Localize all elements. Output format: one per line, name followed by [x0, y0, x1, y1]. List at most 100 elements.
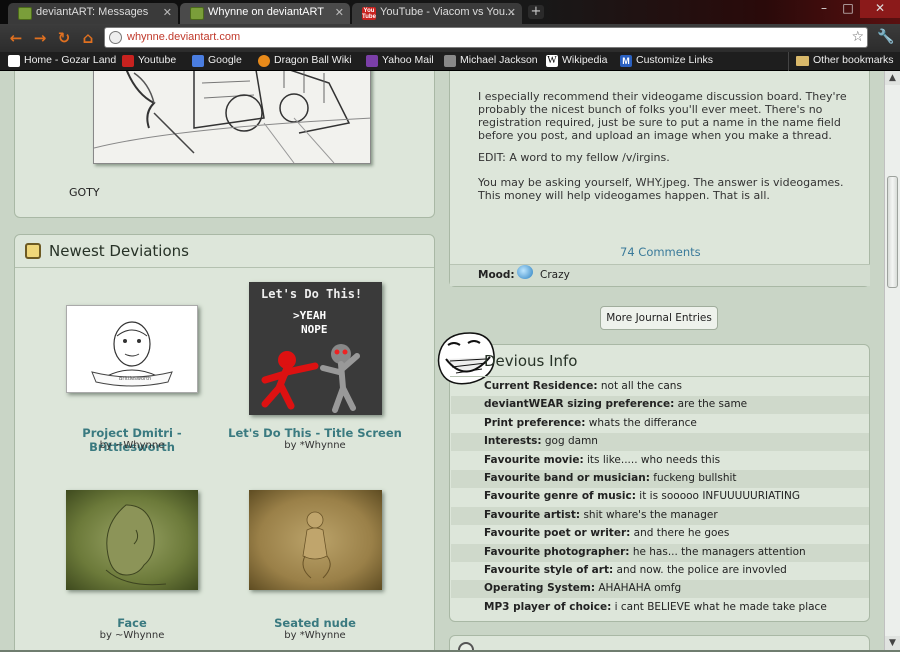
thumb-face[interactable] [66, 490, 198, 590]
bookmark-youtube[interactable]: Youtube [122, 54, 177, 67]
scroll-thumb[interactable] [887, 176, 898, 288]
info-row: Favourite poet or writer: and there he g… [451, 525, 869, 543]
mood-row: Mood: Crazy [450, 264, 870, 286]
info-value: and now. the police are invovled [616, 564, 787, 576]
tab-label: Whynne on deviantART [208, 6, 324, 18]
info-label: Favourite band or musician: [484, 472, 650, 484]
divider [450, 376, 869, 377]
tab-messages[interactable]: deviantART: Messages ✕ [8, 3, 178, 24]
window-close-button[interactable]: ✕ [860, 0, 900, 18]
browser-toolbar: ← → ↻ ⌂ whynne.deviantart.com ☆ 🔧 [0, 24, 900, 52]
bookmark-customize-links[interactable]: M Customize Links [620, 54, 713, 67]
journal-paragraph: I especially recommend their videogame d… [478, 90, 847, 142]
deviation-author[interactable]: by *Whynne [225, 440, 405, 451]
minimize-button[interactable]: – [812, 0, 836, 18]
bookmark-label: Home - Gozar Land [24, 54, 117, 66]
star-icon[interactable]: ☆ [851, 29, 864, 45]
info-value: whats the differance [588, 416, 697, 429]
info-label: Operating System: [484, 582, 596, 595]
bookmark-yahoo-mail[interactable]: Yahoo Mail [366, 54, 434, 67]
thumb-seated-nude[interactable] [249, 490, 382, 590]
deviation-author[interactable]: by *Whynne [225, 630, 405, 641]
msn-icon: M [620, 55, 632, 67]
forward-icon[interactable]: → [30, 28, 50, 48]
face-drawing [105, 504, 167, 586]
page-content: GOTY Newest Deviations Brittlesworth Pro… [0, 71, 884, 650]
info-row: Favourite photographer: he has... the ma… [451, 543, 869, 562]
bookmark-label: Youtube [138, 54, 177, 66]
featured-image[interactable] [93, 71, 371, 164]
deviation-author[interactable]: by ~Whynne [42, 440, 222, 451]
info-row: Operating System: AHAHAHA omfg [451, 580, 869, 599]
info-row: Print preference: whats the differance [451, 415, 869, 433]
bookmark-wikipedia[interactable]: W Wikipedia [546, 54, 608, 67]
reload-icon[interactable]: ↻ [54, 28, 74, 48]
home-icon[interactable]: ⌂ [78, 28, 98, 48]
deviation-title[interactable]: Seated nude [225, 616, 405, 630]
close-icon[interactable]: ✕ [163, 6, 172, 19]
deviation-title[interactable]: Let's Do This - Title Screen [225, 426, 405, 440]
more-journal-entries-button[interactable]: More Journal Entries [600, 306, 718, 330]
bookmark-dragon-ball-wiki[interactable]: Dragon Ball Wiki [258, 54, 352, 67]
comments-icon [458, 642, 474, 650]
photo-icon [444, 55, 456, 67]
back-icon[interactable]: ← [6, 28, 26, 48]
bookmark-google[interactable]: Google [192, 54, 242, 67]
bookmarks-bar: Home - Gozar Land Youtube Google Dragon … [0, 52, 900, 71]
thumb-lets-do-this[interactable]: Let's Do This! >YEAH NOPE [249, 282, 382, 415]
mood-emoticon-icon [517, 265, 533, 279]
youtube-icon: You Tube [362, 7, 376, 20]
maximize-button[interactable]: □ [836, 0, 860, 18]
info-row: Favourite genre of music: it is sooooo I… [451, 488, 869, 506]
info-row: Favourite band or musician: fuckeng bull… [451, 470, 869, 488]
info-label: Favourite genre of music: [484, 490, 636, 503]
deviation-title[interactable]: Face [42, 616, 222, 630]
other-bookmarks[interactable]: Other bookmarks [788, 52, 894, 71]
thumb-project-dmitri[interactable]: Brittlesworth [66, 305, 198, 393]
info-row: Favourite artist: shit whare's the manag… [451, 506, 869, 525]
info-label: Favourite artist: [484, 508, 581, 521]
bookmark-label: Yahoo Mail [382, 54, 434, 66]
info-row: deviantWEAR sizing preference: are the s… [451, 396, 869, 415]
close-icon[interactable]: ✕ [507, 6, 516, 19]
journal-paragraph: EDIT: A word to my fellow /v/irgins. [478, 151, 670, 164]
address-bar[interactable]: whynne.deviantart.com ☆ [104, 27, 868, 48]
info-value: its like..... who needs this [587, 453, 721, 466]
tab-label: deviantART: Messages [36, 6, 149, 18]
figure-drawing [302, 511, 331, 579]
deviantart-icon [190, 7, 204, 20]
section-title: Devious Info [484, 352, 578, 370]
info-value: shit whare's the manager [583, 508, 718, 521]
url-text[interactable]: whynne.deviantart.com [127, 31, 240, 43]
bookmark-home-gozar-land[interactable]: Home - Gozar Land [8, 54, 117, 67]
journal-paragraph: You may be asking yourself, WHY.jpeg. Th… [478, 176, 844, 202]
folder-icon [796, 56, 809, 66]
info-label: Favourite photographer: [484, 545, 630, 558]
comments-link[interactable]: 74 Comments [620, 245, 701, 259]
mood-value: Crazy [540, 269, 570, 281]
info-label: Favourite poet or writer: [484, 527, 631, 540]
divider [15, 267, 434, 268]
fighters-sprite [261, 344, 360, 413]
bookmark-label: Dragon Ball Wiki [274, 54, 352, 66]
tab-whynne[interactable]: Whynne on deviantART ✕ [180, 3, 350, 24]
info-row: Favourite movie: its like..... who needs… [451, 452, 869, 470]
youtube-icon [122, 55, 134, 67]
wrench-icon[interactable]: 🔧 [877, 29, 894, 45]
info-row: Current Residence: not all the cans [451, 378, 869, 396]
tab-label: YouTube - Viacom vs You... [380, 6, 515, 18]
scroll-up-button[interactable]: ▲ [885, 71, 900, 85]
tab-youtube[interactable]: You Tube YouTube - Viacom vs You... ✕ [352, 3, 522, 24]
new-tab-button[interactable]: + [528, 5, 544, 19]
deviation-author[interactable]: by ~Whynne [42, 630, 222, 641]
info-label: MP3 player of choice: [484, 600, 612, 613]
bookmark-michael-jackson[interactable]: Michael Jackson [444, 54, 538, 67]
deviantart-icon [18, 7, 32, 20]
close-icon[interactable]: ✕ [335, 6, 344, 19]
info-label: Print preference: [484, 416, 586, 429]
page-scrollbar[interactable]: ▲ ▼ [884, 71, 900, 650]
scroll-down-button[interactable]: ▼ [885, 636, 900, 650]
info-value: gog damn [544, 435, 598, 448]
info-value: it is sooooo INFUUUUURIATING [639, 490, 801, 503]
bookmark-label: Wikipedia [562, 54, 608, 66]
